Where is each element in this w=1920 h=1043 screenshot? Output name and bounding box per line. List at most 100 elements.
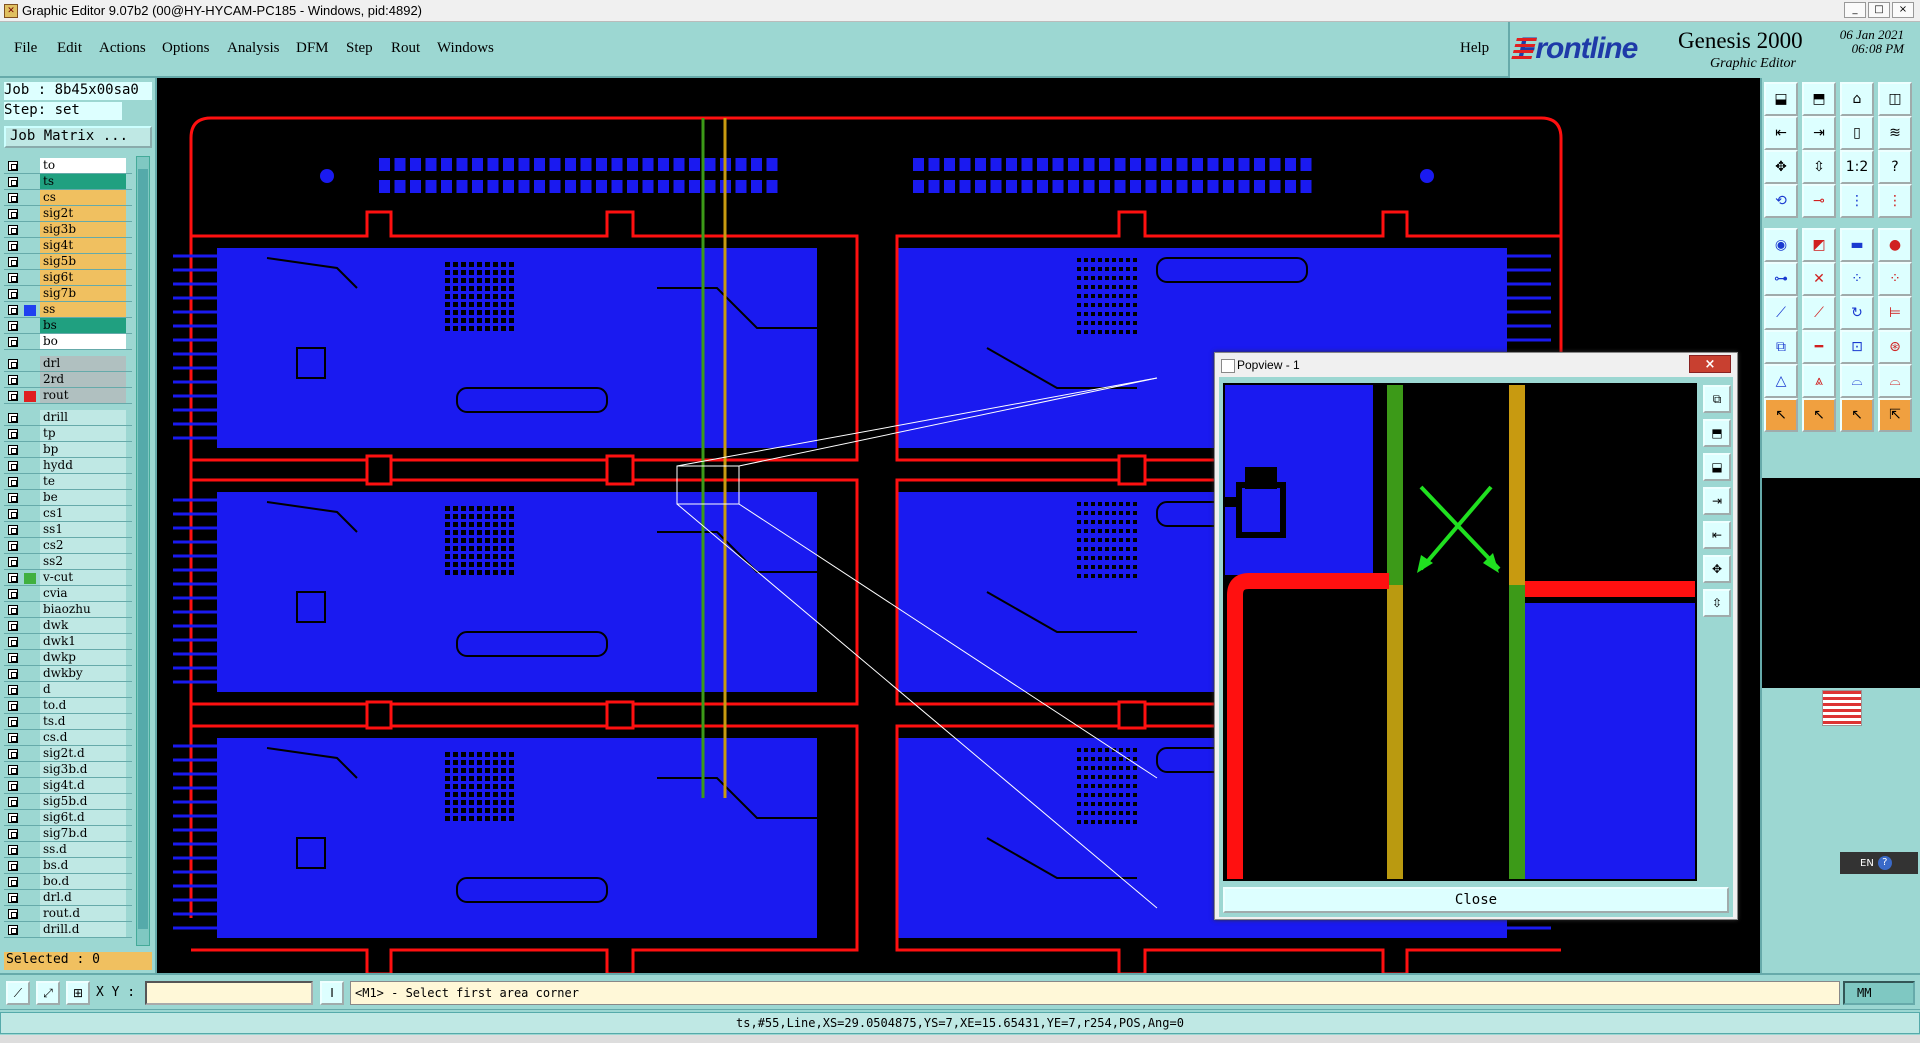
popview-redraw-icon[interactable]: ⬒ [1703,419,1731,447]
layer-row-sig3b[interactable]: sig3b [4,222,132,238]
layer-row-ts[interactable]: ts [4,174,132,190]
layers-icon[interactable]: ≋ [1878,116,1912,150]
layer-row-drill[interactable]: drill [4,410,132,426]
layer-checkbox[interactable] [8,669,18,679]
layer-row-sig7b.d[interactable]: sig7b.d [4,826,132,842]
layer-checkbox[interactable] [8,749,18,759]
layer-row-ss1[interactable]: ss1 [4,522,132,538]
split-view-icon[interactable]: ◫ [1878,82,1912,116]
triangle-icon[interactable]: △ [1764,364,1798,398]
layer-checkbox[interactable] [8,461,18,471]
connect-icon[interactable]: ⊶ [1764,262,1798,296]
layer-row-sig7b[interactable]: sig7b [4,286,132,302]
layer-checkbox[interactable] [8,861,18,871]
layer-row-drl.d[interactable]: drl.d [4,890,132,906]
grid-icon[interactable]: ⊞ [66,981,90,1005]
layer-row-hydd[interactable]: hydd [4,458,132,474]
node-2-icon[interactable]: ⁘ [1878,262,1912,296]
popview-copy-icon[interactable]: ⧉ [1703,385,1731,413]
menu-rout[interactable]: Rout [391,40,420,57]
arc-icon[interactable]: ↻ [1840,296,1874,330]
layer-checkbox[interactable] [8,605,18,615]
layer-row-sig5b.d[interactable]: sig5b.d [4,794,132,810]
fit-icon[interactable]: ⊨ [1878,296,1912,330]
popview-home-icon[interactable]: ⬓ [1703,453,1731,481]
layer-row-sig6t[interactable]: sig6t [4,270,132,286]
layer-checkbox[interactable] [8,589,18,599]
box-icon[interactable]: ⊡ [1840,330,1874,364]
layer-checkbox[interactable] [8,241,18,251]
layer-checkbox[interactable] [8,359,18,369]
selection-filter-2-icon[interactable]: ⋮ [1878,184,1912,218]
selection-filter-icon[interactable]: ⋮ [1840,184,1874,218]
layer-checkbox[interactable] [8,909,18,919]
pad-icon[interactable]: ◉ [1764,228,1798,262]
layer-checkbox[interactable] [8,477,18,487]
layer-row-d[interactable]: d [4,682,132,698]
layer-row-bo[interactable]: bo [4,334,132,350]
layer-row-ss2[interactable]: ss2 [4,554,132,570]
house-icon[interactable]: ⌂ [1840,82,1874,116]
popview-zoom-fit-icon[interactable]: ✥ [1703,555,1731,583]
layer-row-dwkby[interactable]: dwkby [4,666,132,682]
pan-left-icon[interactable]: ⇤ [1764,116,1798,150]
layer-checkbox[interactable] [8,445,18,455]
layer-row-to.d[interactable]: to.d [4,698,132,714]
layer-checkbox[interactable] [8,685,18,695]
layer-checkbox[interactable] [8,765,18,775]
layer-row-cvia[interactable]: cvia [4,586,132,602]
layer-checkbox[interactable] [8,321,18,331]
info-icon[interactable]: I [320,981,344,1005]
layer-row-sig4t.d[interactable]: sig4t.d [4,778,132,794]
layer-checkbox[interactable] [8,525,18,535]
layer-checkbox[interactable] [8,257,18,267]
units-select[interactable]: MM [1843,981,1915,1005]
job-matrix-button[interactable]: Job Matrix ... [4,126,152,148]
xy-input[interactable] [145,981,313,1005]
layer-row-bo.d[interactable]: bo.d [4,874,132,890]
menu-help[interactable]: Help [1460,40,1489,57]
slash-icon[interactable]: ⟋ [1764,296,1798,330]
pan-right-icon[interactable]: ⇥ [1802,116,1836,150]
layer-row-sig6t.d[interactable]: sig6t.d [4,810,132,826]
popview-close-x-button[interactable]: × [1689,355,1731,373]
layer-checkbox[interactable] [8,305,18,315]
layer-row-te[interactable]: te [4,474,132,490]
layer-checkbox[interactable] [8,829,18,839]
layer-checkbox[interactable] [8,653,18,663]
layer-checkbox[interactable] [8,717,18,727]
layer-checkbox[interactable] [8,573,18,583]
layer-checkbox[interactable] [8,413,18,423]
move-icon[interactable]: ⇱ [1878,398,1912,432]
layer-checkbox[interactable] [8,781,18,791]
maximize-button[interactable]: □ [1868,2,1890,18]
zoom-fit-icon[interactable]: ✥ [1764,150,1798,184]
layer-checkbox[interactable] [8,637,18,647]
layer-list-scrollbar[interactable] [136,156,150,946]
popview-pan-right-icon[interactable]: ⇥ [1703,487,1731,515]
layer-row-to[interactable]: to [4,158,132,174]
popview-viewport[interactable] [1223,383,1697,881]
layer-checkbox[interactable] [8,209,18,219]
layer-row-tp[interactable]: tp [4,426,132,442]
popview-zoom-pan-icon[interactable]: ⇳ [1703,589,1731,617]
frame-icon[interactable]: ▯ [1840,116,1874,150]
layer-checkbox[interactable] [8,845,18,855]
minimize-button[interactable]: _ [1844,2,1866,18]
layer-checkbox[interactable] [8,557,18,567]
zoom-pan-icon[interactable]: ⇳ [1802,150,1836,184]
surface-icon[interactable]: ◩ [1802,228,1836,262]
menu-edit[interactable]: Edit [57,40,82,57]
layer-row-sig2t.d[interactable]: sig2t.d [4,746,132,762]
layer-row-drill.d[interactable]: drill.d [4,922,132,938]
layer-row-bp[interactable]: bp [4,442,132,458]
layer-row-ss.d[interactable]: ss.d [4,842,132,858]
layer-checkbox[interactable] [8,877,18,887]
popview-pan-left-icon[interactable]: ⇤ [1703,521,1731,549]
layer-checkbox[interactable] [8,429,18,439]
layer-row-rout[interactable]: rout [4,388,132,404]
layer-checkbox[interactable] [8,273,18,283]
layer-checkbox[interactable] [8,375,18,385]
ruler-icon[interactable]: ⤢ [36,981,60,1005]
layer-row-rout.d[interactable]: rout.d [4,906,132,922]
